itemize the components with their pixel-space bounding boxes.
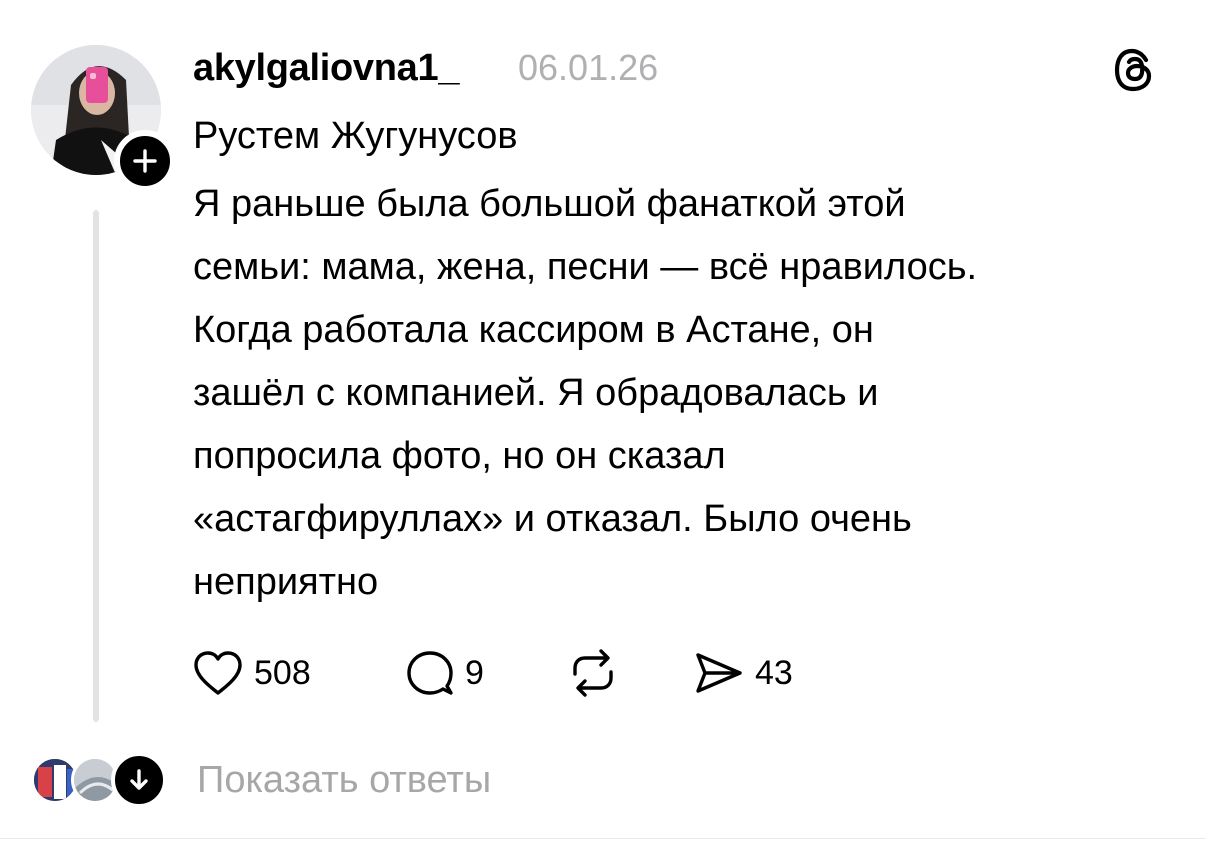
mentioned-user[interactable]: Рустем Жугунусов <box>193 110 518 162</box>
post-timestamp: 06.01.26 <box>518 47 659 88</box>
post-text-line: семьи: мама, жена, песни — всё нравилось… <box>193 246 978 288</box>
replier-avatars[interactable] <box>31 752 167 808</box>
arrow-down-icon <box>130 769 148 790</box>
threads-logo-icon[interactable] <box>1111 46 1159 94</box>
post-text: Я раньше была большой фанаткой этой семь… <box>193 173 1168 614</box>
share-count: 43 <box>755 654 793 692</box>
thread-line <box>93 210 99 722</box>
reply-count: 9 <box>465 654 484 692</box>
show-replies-link[interactable]: Показать ответы <box>197 754 491 806</box>
post-text-line: Когда работала кассиром в Астане, он <box>193 309 874 351</box>
repost-icon <box>573 649 613 697</box>
post-text-line: неприятно <box>193 561 379 603</box>
share-button[interactable]: 43 <box>693 641 793 705</box>
post-text-line: попросила фото, но он сказал <box>193 435 726 477</box>
like-count: 508 <box>254 654 311 692</box>
like-button[interactable]: 508 <box>192 641 311 705</box>
post-text-line: «астагфируллах» и отказал. Было очень <box>193 498 912 540</box>
post-text-line: зашёл с компанией. Я обрадовалась и <box>193 372 879 414</box>
comment-bubble-icon <box>407 651 453 695</box>
plus-icon <box>133 149 157 173</box>
heart-icon <box>194 651 242 695</box>
send-icon <box>696 653 742 693</box>
post-text-line: Я раньше была большой фанаткой этой <box>193 183 906 225</box>
author-username[interactable]: akylgaliovna1_ <box>193 44 459 92</box>
repost-button[interactable] <box>567 641 629 705</box>
divider <box>0 838 1206 839</box>
reply-button[interactable]: 9 <box>405 641 484 705</box>
follow-button[interactable] <box>114 130 176 192</box>
expand-replies-button[interactable] <box>111 752 167 808</box>
